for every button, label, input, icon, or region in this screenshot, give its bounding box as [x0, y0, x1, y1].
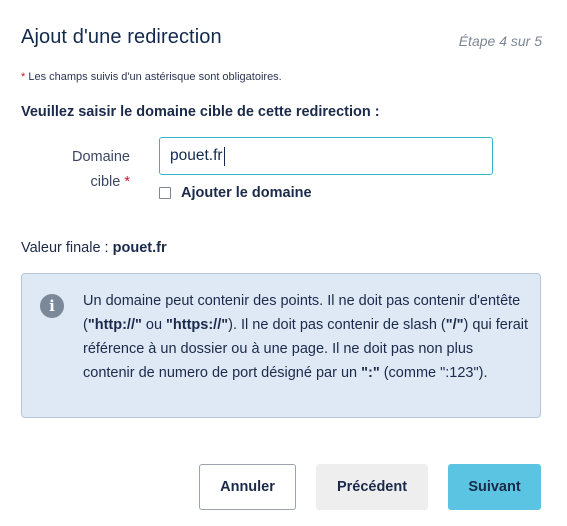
add-domain-checkbox[interactable]	[159, 187, 171, 199]
info-text-bold: ":"	[361, 365, 380, 381]
required-note-text: Les champs suivis d'un astérisque sont o…	[25, 71, 282, 83]
domain-field-label-line2: cible *	[55, 170, 130, 195]
text-caret	[223, 146, 225, 166]
final-value-label: Valeur finale :	[21, 240, 109, 256]
info-text-bold: "http://"	[87, 317, 142, 333]
required-fields-note: * Les champs suivis d'un astérisque sont…	[21, 71, 282, 83]
add-domain-label[interactable]: Ajouter le domaine	[181, 185, 312, 201]
info-text-part: ). Il ne doit pas contenir de slash (	[228, 317, 446, 333]
dialog-title: Ajout d'une redirection	[21, 26, 222, 48]
final-value: Valeur finale : pouet.fr	[21, 240, 167, 256]
previous-button[interactable]: Précédent	[316, 464, 428, 510]
domain-field-label: Domaine cible *	[55, 145, 130, 195]
section-heading: Veuillez saisir le domaine cible de cett…	[21, 104, 380, 120]
cancel-button[interactable]: Annuler	[199, 464, 296, 510]
info-text-part: ou	[141, 317, 167, 333]
domain-input-value: pouet.fr	[170, 147, 223, 164]
info-text-bold: "/"	[445, 317, 464, 333]
next-button[interactable]: Suivant	[448, 464, 541, 510]
info-text-bold: "https://"	[166, 317, 229, 333]
required-star: *	[124, 174, 130, 190]
domain-field-label-line1: Domaine	[71, 149, 130, 165]
final-value-text: pouet.fr	[112, 240, 167, 256]
add-domain-option[interactable]: Ajouter le domaine	[159, 185, 312, 201]
info-text: Un domaine peut contenir des points. Il …	[83, 289, 528, 385]
info-text-part: (comme ":123").	[379, 365, 488, 381]
info-icon: i	[40, 294, 64, 318]
step-indicator: Étape 4 sur 5	[458, 33, 542, 49]
domain-field-label-text: cible	[90, 174, 121, 190]
info-box: i Un domaine peut contenir des points. I…	[21, 273, 541, 418]
domain-input[interactable]: pouet.fr	[159, 137, 493, 175]
redirection-dialog: Ajout d'une redirection Étape 4 sur 5 * …	[0, 0, 567, 526]
